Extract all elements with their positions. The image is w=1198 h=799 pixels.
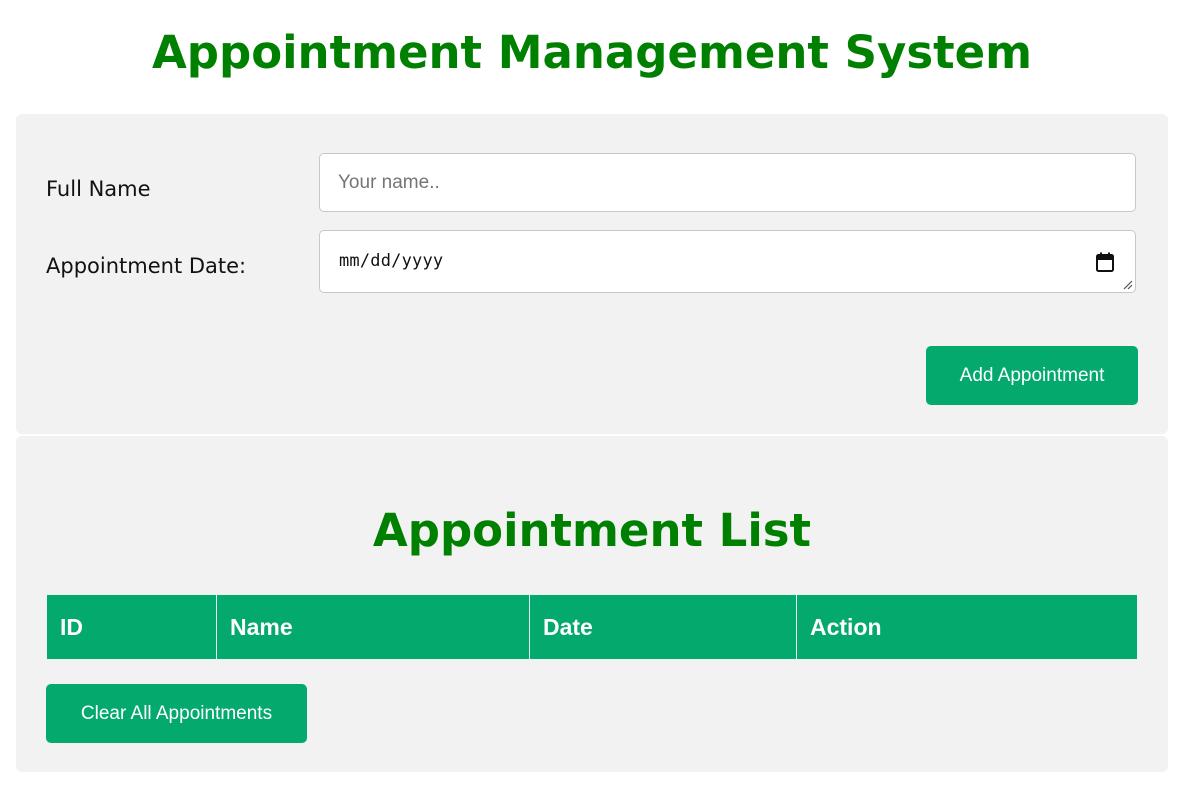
appointment-list-panel: Appointment List ID Name Date Action Cle…	[16, 436, 1168, 772]
appointment-date-input[interactable]: mm/dd/yyyy	[319, 230, 1136, 293]
column-header-date: Date	[529, 594, 797, 660]
column-header-name: Name	[216, 594, 530, 660]
table-header-row: ID Name Date Action	[46, 594, 1138, 660]
full-name-input[interactable]	[319, 153, 1136, 212]
resize-handle-icon[interactable]	[1122, 279, 1133, 290]
appointment-date-label: Appointment Date:	[46, 254, 247, 278]
add-appointment-button[interactable]: Add Appointment	[926, 346, 1138, 405]
calendar-icon[interactable]	[1096, 252, 1114, 272]
page-title: Appointment Management System	[151, 26, 1033, 79]
appointment-list-title: Appointment List	[372, 504, 812, 557]
column-header-id: ID	[46, 594, 217, 660]
date-placeholder: mm/dd/yyyy	[339, 251, 444, 271]
appointment-form: Full Name Appointment Date: mm/dd/yyyy A…	[16, 114, 1168, 434]
full-name-label: Full Name	[46, 177, 151, 201]
clear-all-appointments-button[interactable]: Clear All Appointments	[46, 684, 307, 743]
column-header-action: Action	[796, 594, 1138, 660]
appointment-table: ID Name Date Action	[46, 594, 1138, 660]
